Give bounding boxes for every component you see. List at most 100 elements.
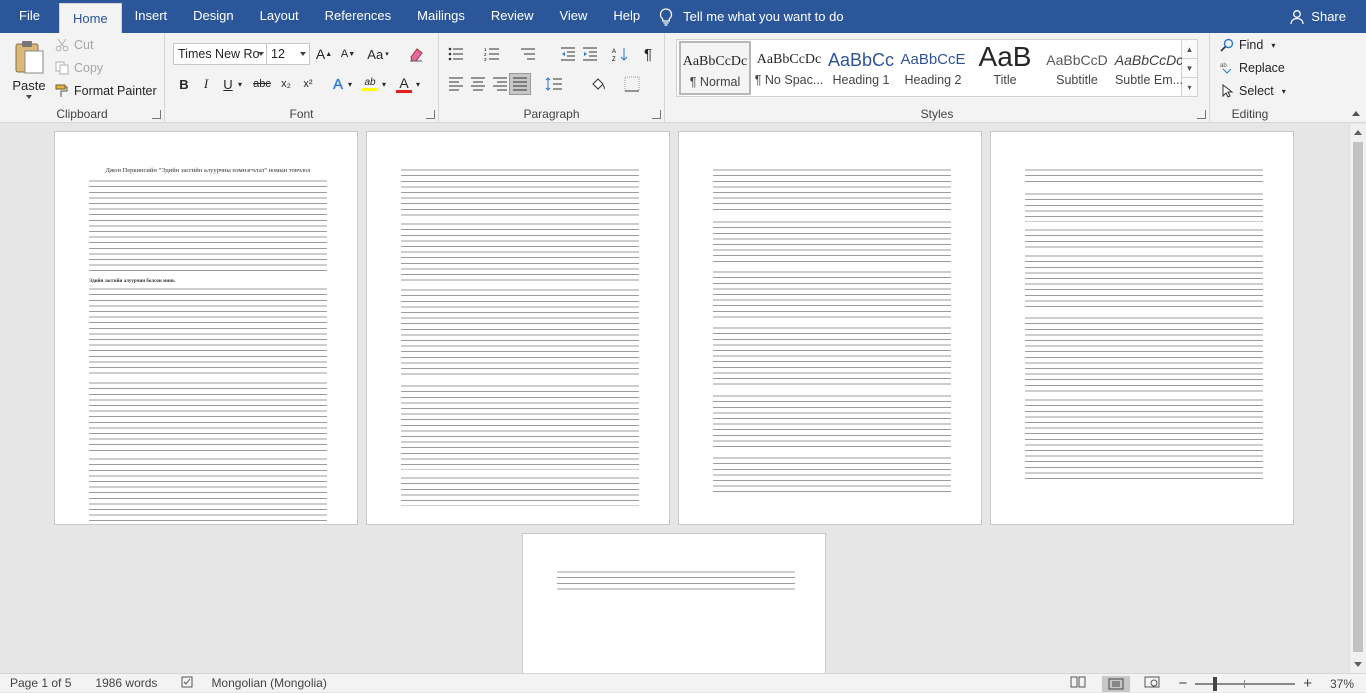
vertical-scrollbar[interactable]: [1349, 124, 1366, 673]
font-color-dropdown[interactable]: ▾: [413, 73, 423, 95]
language-indicator[interactable]: Mongolian (Mongolia): [211, 676, 326, 690]
bullets-button[interactable]: [445, 43, 467, 65]
show-formatting-button[interactable]: ¶: [637, 43, 659, 65]
italic-button[interactable]: I: [195, 73, 217, 95]
tab-home[interactable]: Home: [58, 3, 122, 33]
replace-button[interactable]: ab Replace: [1220, 61, 1285, 75]
styles-launcher[interactable]: [1197, 110, 1206, 119]
justify-button[interactable]: [509, 73, 531, 95]
tell-me-box[interactable]: Tell me what you want to do: [653, 0, 844, 33]
tab-insert[interactable]: Insert: [122, 0, 181, 33]
tab-references[interactable]: References: [312, 0, 404, 33]
style-no-spacing-name: ¶ No Spac...: [754, 73, 824, 87]
font-launcher[interactable]: [426, 110, 435, 119]
multilevel-list-button[interactable]: [517, 43, 539, 65]
grow-font-button[interactable]: A ▲: [313, 43, 335, 65]
highlight-dropdown[interactable]: ▾: [379, 73, 389, 95]
gallery-scroll-up[interactable]: ▲: [1182, 40, 1197, 59]
scroll-down-arrow[interactable]: [1354, 662, 1362, 667]
clear-formatting-button[interactable]: [405, 43, 427, 65]
page-3-text: [713, 168, 951, 492]
shrink-font-button[interactable]: A ▼: [337, 43, 359, 65]
page-1[interactable]: Джон Перкинсийн “Эдийн засгийн алуурчны …: [54, 131, 358, 525]
collapse-ribbon-button[interactable]: [1352, 111, 1360, 116]
gallery-more[interactable]: ▾: [1182, 78, 1197, 97]
bold-button[interactable]: B: [173, 73, 195, 95]
copy-button[interactable]: Copy: [55, 61, 103, 75]
print-layout-icon[interactable]: [1102, 675, 1131, 692]
clipboard-launcher[interactable]: [152, 110, 161, 119]
tab-design[interactable]: Design: [180, 0, 246, 33]
tab-review[interactable]: Review: [478, 0, 547, 33]
font-size-dropdown[interactable]: 12: [266, 43, 310, 65]
page-3[interactable]: [678, 131, 982, 525]
format-painter-button[interactable]: Format Painter: [55, 84, 157, 98]
page-4[interactable]: [990, 131, 1294, 525]
styles-gallery-scroll[interactable]: ▲ ▼ ▾: [1182, 39, 1198, 97]
align-center-button[interactable]: [467, 73, 489, 95]
numbering-button[interactable]: 123: [481, 43, 503, 65]
text-effects-dropdown[interactable]: ▾: [345, 73, 355, 95]
page-2[interactable]: [366, 131, 670, 525]
paste-button[interactable]: Paste: [8, 39, 50, 109]
select-button[interactable]: Select ▾: [1220, 84, 1286, 98]
zoom-slider[interactable]: [1195, 676, 1296, 691]
paste-dropdown-arrow[interactable]: [26, 95, 32, 99]
person-icon: [1290, 9, 1304, 24]
style-normal[interactable]: AaBbCcDc ¶ Normal: [679, 41, 751, 95]
copy-icon: [55, 61, 69, 75]
paragraph-launcher[interactable]: [652, 110, 661, 119]
read-mode-icon[interactable]: [1070, 676, 1086, 691]
strikethrough-button[interactable]: abc: [251, 73, 273, 95]
style-heading-2[interactable]: AaBbCcE Heading 2: [897, 41, 969, 95]
decrease-indent-button[interactable]: [557, 43, 579, 65]
superscript-button[interactable]: x²: [297, 73, 319, 95]
style-title[interactable]: AaB Title: [969, 41, 1041, 95]
page-5-text: [557, 570, 795, 592]
share-button[interactable]: Share: [1289, 0, 1346, 33]
subscript-button[interactable]: x₂: [275, 73, 297, 95]
shrink-font-icon: A: [340, 48, 349, 60]
zoom-in-button[interactable]: +: [1303, 675, 1312, 692]
tab-mailings[interactable]: Mailings: [404, 0, 478, 33]
page-counter[interactable]: Page 1 of 5: [10, 676, 71, 690]
tab-help[interactable]: Help: [600, 0, 653, 33]
paint-bucket-icon: [592, 78, 605, 90]
underline-dropdown[interactable]: ▾: [235, 73, 245, 95]
highlight-button[interactable]: ab: [359, 73, 381, 95]
web-layout-icon[interactable]: [1144, 676, 1160, 691]
shading-button[interactable]: [587, 73, 609, 95]
font-family-dropdown[interactable]: Times New Ro: [173, 43, 268, 65]
page-1-filler-block: Эдийн засгийн алуурчин болсон минь: [89, 178, 327, 524]
tab-layout[interactable]: Layout: [247, 0, 312, 33]
change-case-button[interactable]: Aa ▾: [363, 43, 393, 65]
page-5[interactable]: [522, 533, 826, 673]
line-spacing-button[interactable]: [543, 73, 565, 95]
zoom-out-button[interactable]: −: [1178, 675, 1187, 692]
style-subtitle[interactable]: AaBbCcD Subtitle: [1041, 41, 1113, 95]
gallery-scroll-down[interactable]: ▼: [1182, 59, 1197, 78]
align-left-button[interactable]: [445, 73, 467, 95]
style-subtle-emphasis[interactable]: AaBbCcDc Subtle Em...: [1113, 41, 1185, 95]
find-label: Find: [1239, 38, 1264, 52]
align-right-button[interactable]: [489, 73, 511, 95]
scroll-up-arrow[interactable]: [1354, 130, 1362, 135]
borders-button[interactable]: [621, 73, 643, 95]
style-heading-1[interactable]: AaBbCc Heading 1: [825, 41, 897, 95]
font-color-button[interactable]: A: [393, 73, 415, 95]
sort-button[interactable]: AZ: [609, 43, 631, 65]
tab-file[interactable]: File: [0, 0, 59, 33]
word-count[interactable]: 1986 words: [95, 676, 157, 690]
zoom-slider-thumb[interactable]: [1213, 676, 1218, 691]
find-button[interactable]: Find ▾: [1220, 38, 1275, 52]
style-no-spacing[interactable]: AaBbCcDc ¶ No Spac...: [753, 41, 825, 95]
highlighter-icon: ab: [364, 77, 376, 88]
document-area[interactable]: Джон Перкинсийн “Эдийн засгийн алуурчны …: [0, 124, 1349, 673]
proofing-icon[interactable]: [181, 676, 195, 691]
scroll-thumb[interactable]: [1353, 142, 1363, 652]
increase-indent-button[interactable]: [579, 43, 601, 65]
justify-icon: [513, 77, 527, 91]
zoom-level[interactable]: 37%: [1330, 677, 1354, 691]
cut-button[interactable]: Cut: [55, 38, 93, 52]
tab-view[interactable]: View: [546, 0, 600, 33]
